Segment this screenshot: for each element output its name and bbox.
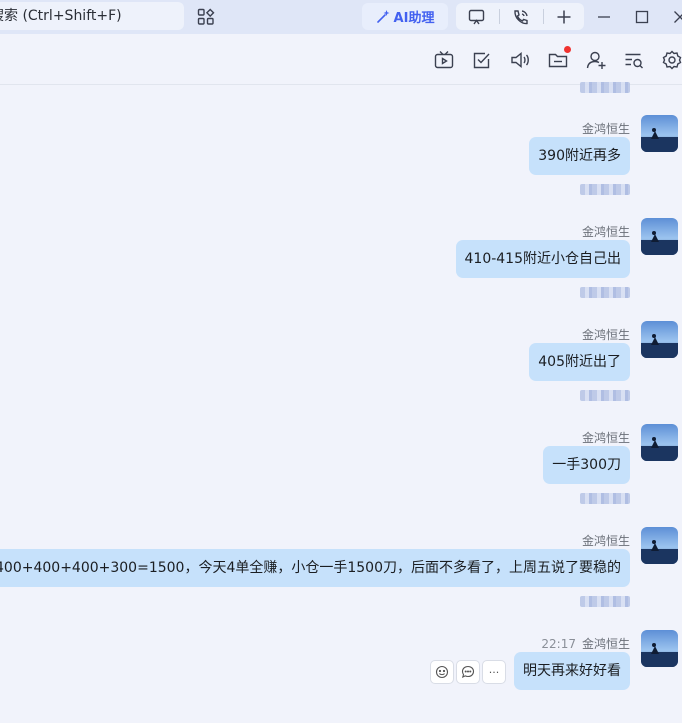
read-receipt	[580, 390, 630, 401]
message-list: 金鸿恒生 390附近再多 金鸿恒生 410-415附近小仓自己出 金鸿恒生 40…	[0, 82, 682, 723]
task-icon[interactable]	[471, 49, 493, 71]
chat-toolbar	[0, 34, 682, 85]
sender-name: 金鸿恒生	[581, 225, 630, 239]
avatar[interactable]	[641, 218, 678, 255]
read-receipt	[580, 287, 630, 298]
avatar[interactable]	[641, 321, 678, 358]
avatar[interactable]	[641, 527, 678, 564]
avatar[interactable]	[641, 424, 678, 461]
message-bubble[interactable]: 405附近出了	[529, 343, 630, 381]
window-tools-group	[456, 3, 584, 30]
read-receipt	[580, 82, 630, 93]
add-member-icon[interactable]	[585, 49, 607, 71]
apps-grid-icon[interactable]	[196, 7, 216, 27]
more-options-button[interactable]: ···	[482, 660, 506, 684]
read-receipt	[580, 596, 630, 607]
tv-icon[interactable]	[433, 49, 455, 71]
search-history-icon[interactable]	[623, 49, 645, 71]
sender-name: 金鸿恒生	[581, 328, 630, 342]
read-receipt	[580, 493, 630, 504]
maximize-icon[interactable]	[632, 7, 652, 27]
ai-sparkle-icon	[376, 10, 390, 23]
add-icon[interactable]	[554, 7, 574, 27]
title-bar: 搜索 (Ctrl+Shift+F) AI助理	[0, 0, 682, 34]
message-bubble[interactable]: 明天再来好好看	[514, 652, 630, 690]
phone-call-icon[interactable]	[510, 7, 530, 27]
search-input[interactable]: 搜索 (Ctrl+Shift+F)	[0, 2, 184, 30]
ai-assistant-button[interactable]: AI助理	[362, 3, 448, 30]
sender-line: 22:17 金鸿恒生	[541, 635, 630, 652]
message-hover-tools: ···	[430, 660, 506, 684]
screen-share-icon[interactable]	[466, 7, 486, 27]
message-bubble[interactable]: 390附近再多	[529, 137, 630, 175]
sender-name: 金鸿恒生	[581, 637, 630, 651]
reply-comment-icon[interactable]	[456, 660, 480, 684]
avatar[interactable]	[641, 630, 678, 667]
sender-name: 金鸿恒生	[581, 534, 630, 548]
avatar[interactable]	[641, 115, 678, 152]
sender-name: 金鸿恒生	[581, 122, 630, 136]
notification-dot	[564, 46, 571, 53]
sender-name: 金鸿恒生	[581, 431, 630, 445]
gear-icon[interactable]	[661, 49, 682, 71]
close-icon[interactable]	[670, 7, 682, 27]
ai-assistant-label: AI助理	[393, 11, 435, 26]
emoji-reaction-icon[interactable]	[430, 660, 454, 684]
minimize-icon[interactable]	[594, 7, 614, 27]
message-bubble[interactable]: 410-415附近小仓自己出	[455, 240, 630, 278]
read-receipt	[580, 184, 630, 195]
message-bubble[interactable]: 400+400+400+300=1500，今天4单全赚，小仓一手1500刀，后面…	[0, 549, 630, 587]
message-bubble[interactable]: 一手300刀	[543, 446, 630, 484]
speaker-icon[interactable]	[509, 49, 531, 71]
message-time: 22:17	[541, 637, 576, 651]
